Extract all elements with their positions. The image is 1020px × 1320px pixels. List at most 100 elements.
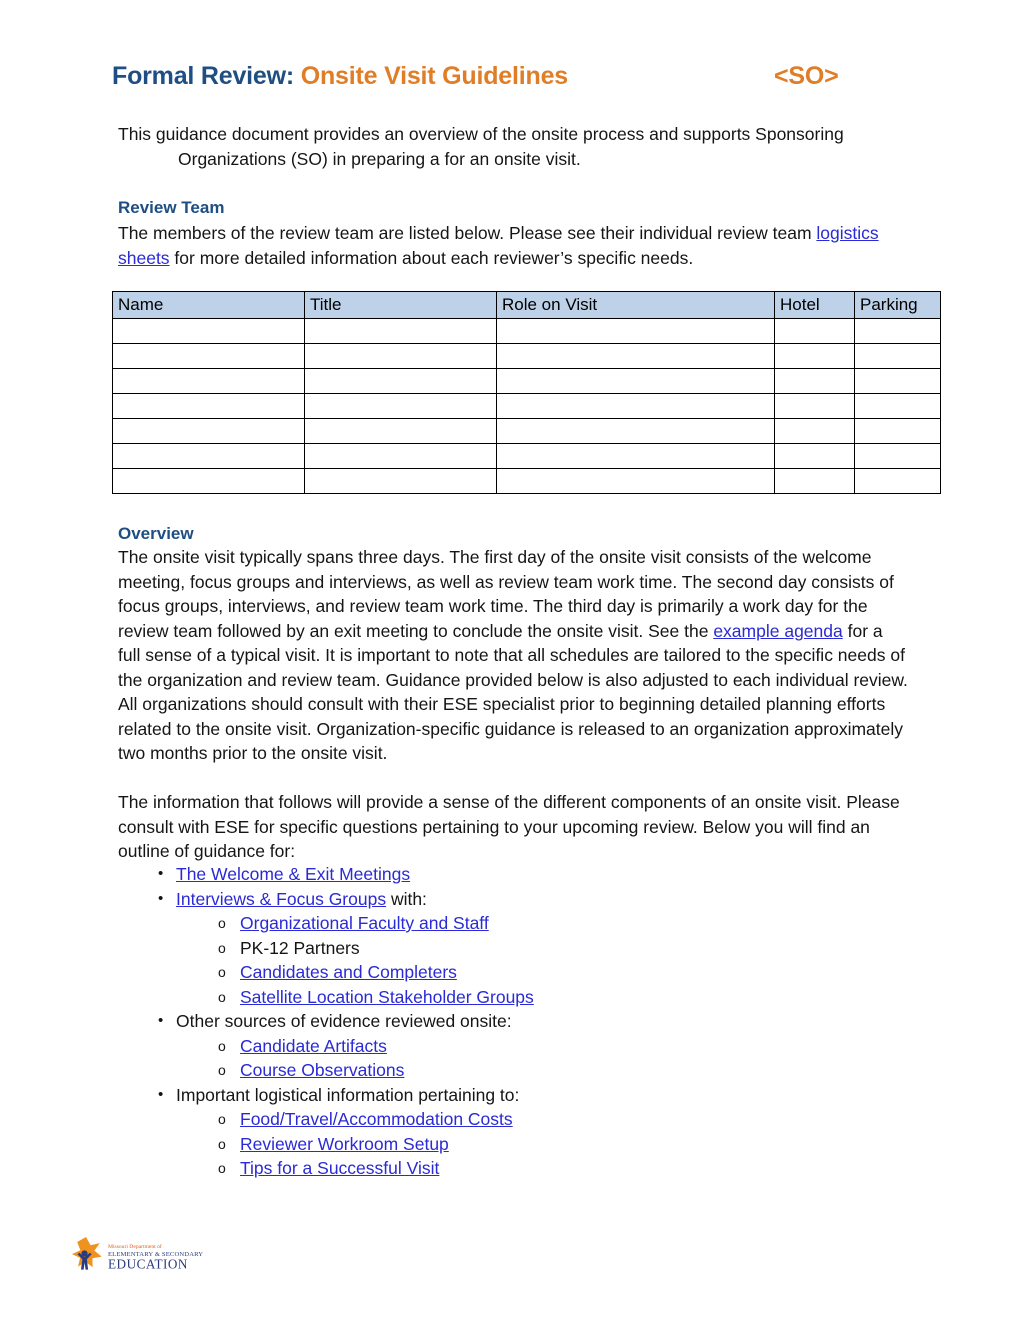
outline-link[interactable]: Satellite Location Stakeholder Groups bbox=[240, 987, 534, 1007]
outline-link[interactable]: Reviewer Workroom Setup bbox=[240, 1134, 449, 1154]
outline-link[interactable]: Course Observations bbox=[240, 1060, 404, 1080]
table-cell[interactable] bbox=[496, 318, 775, 344]
title-so-tag: <SO> bbox=[774, 62, 839, 90]
outline-text: PK-12 Partners bbox=[240, 937, 360, 958]
outline-item-level2: o Satellite Location Stakeholder Groups bbox=[118, 985, 908, 1010]
outline-link[interactable]: Candidates and Completers bbox=[240, 962, 457, 982]
bullet-icon: • bbox=[158, 889, 164, 907]
circle-bullet-icon: o bbox=[218, 1111, 226, 1127]
outline-item-level1: • Interviews & Focus Groups with: bbox=[118, 887, 908, 912]
intro-paragraph: This guidance document provides an overv… bbox=[118, 122, 908, 171]
table-cell[interactable] bbox=[304, 443, 497, 469]
circle-bullet-icon: o bbox=[218, 988, 226, 1005]
circle-bullet-icon: o bbox=[218, 964, 226, 980]
outline-item-level2: o Course Observations bbox=[118, 1058, 908, 1083]
intro-line-1: This guidance document provides an overv… bbox=[118, 124, 844, 144]
table-cell[interactable] bbox=[496, 443, 775, 469]
column-header-hotel: Hotel bbox=[774, 291, 855, 319]
guidance-outline-list: • The Welcome & Exit Meetings • Interviews … bbox=[118, 862, 908, 1181]
outline-item-level2: o Tips for a Successful Visit bbox=[118, 1156, 908, 1181]
table-cell[interactable] bbox=[854, 343, 941, 369]
table-cell[interactable] bbox=[112, 443, 305, 469]
table-cell[interactable] bbox=[774, 393, 855, 419]
table-cell[interactable] bbox=[496, 368, 775, 394]
table-cell[interactable] bbox=[496, 393, 775, 419]
overview-paragraph-1: The onsite visit typically spans three d… bbox=[118, 545, 908, 766]
table-cell[interactable] bbox=[112, 318, 305, 344]
overview-heading: Overview bbox=[118, 524, 194, 543]
table-cell[interactable] bbox=[496, 418, 775, 444]
outline-link[interactable]: The Welcome & Exit Meetings bbox=[176, 864, 410, 884]
circle-bullet-icon: o bbox=[218, 1160, 226, 1176]
review-team-table: Name Title Role on Visit Hotel Parking bbox=[112, 291, 941, 494]
table-cell[interactable] bbox=[112, 468, 305, 494]
table-cell[interactable] bbox=[854, 443, 941, 469]
table-cell[interactable] bbox=[304, 468, 497, 494]
document-page: Formal Review: Onsite Visit Guidelines <… bbox=[0, 0, 1020, 1320]
circle-bullet-icon: o bbox=[218, 1062, 226, 1078]
circle-bullet-icon: o bbox=[218, 915, 226, 931]
table-row bbox=[112, 393, 941, 419]
bullet-icon: • bbox=[158, 1012, 164, 1029]
table-cell[interactable] bbox=[112, 418, 305, 444]
column-header-title: Title bbox=[304, 291, 497, 319]
outline-text: with: bbox=[386, 888, 427, 909]
table-cell[interactable] bbox=[496, 343, 775, 369]
circle-bullet-icon: o bbox=[218, 1135, 226, 1152]
table-cell[interactable] bbox=[774, 443, 855, 469]
outline-text: Important logistical information pertain… bbox=[176, 1084, 520, 1105]
table-cell[interactable] bbox=[112, 343, 305, 369]
page-title: Formal Review: Onsite Visit Guidelines <… bbox=[112, 62, 912, 91]
table-body bbox=[112, 318, 941, 494]
table-cell[interactable] bbox=[774, 318, 855, 344]
table-cell[interactable] bbox=[112, 368, 305, 394]
outline-item-level2: o Candidate Artifacts bbox=[118, 1034, 908, 1059]
table-cell[interactable] bbox=[774, 418, 855, 444]
outline-link[interactable]: Tips for a Successful Visit bbox=[240, 1158, 439, 1178]
outline-item-level2: o Food/Travel/Accommodation Costs bbox=[118, 1107, 908, 1132]
table-cell[interactable] bbox=[854, 418, 941, 444]
column-header-role: Role on Visit bbox=[496, 291, 775, 319]
table-cell[interactable] bbox=[304, 393, 497, 419]
table-cell[interactable] bbox=[774, 368, 855, 394]
circle-bullet-icon: o bbox=[218, 1037, 226, 1054]
outline-item-level2: o Organizational Faculty and Staff bbox=[118, 911, 908, 936]
table-cell[interactable] bbox=[304, 318, 497, 344]
table-row bbox=[112, 343, 941, 369]
table-cell[interactable] bbox=[304, 368, 497, 394]
table-cell[interactable] bbox=[854, 393, 941, 419]
outline-link[interactable]: Candidate Artifacts bbox=[240, 1036, 387, 1056]
table-cell[interactable] bbox=[304, 343, 497, 369]
outline-item-level2: o PK-12 Partners bbox=[118, 936, 908, 961]
table-cell[interactable] bbox=[112, 393, 305, 419]
outline-text: Other sources of evidence reviewed onsit… bbox=[176, 1011, 512, 1031]
bullet-icon: • bbox=[158, 865, 164, 882]
table-cell[interactable] bbox=[854, 368, 941, 394]
missouri-dese-logo: Missouri Department of ELEMENTARY & SECO… bbox=[62, 1236, 212, 1272]
table-row bbox=[112, 443, 941, 469]
review-team-heading: Review Team bbox=[118, 198, 225, 217]
table-cell[interactable] bbox=[774, 343, 855, 369]
outline-item-level1: • Other sources of evidence reviewed onsi… bbox=[118, 1009, 908, 1034]
table-cell[interactable] bbox=[496, 468, 775, 494]
table-cell[interactable] bbox=[304, 418, 497, 444]
outline-item-level1: • The Welcome & Exit Meetings bbox=[118, 862, 908, 887]
title-prefix: Formal Review: bbox=[112, 62, 294, 90]
table-cell[interactable] bbox=[854, 318, 941, 344]
logo-line-3: EDUCATION bbox=[108, 1257, 188, 1272]
outline-link[interactable]: Organizational Faculty and Staff bbox=[240, 913, 489, 933]
intro-line-2: Organizations (SO) in preparing a for an… bbox=[178, 148, 581, 169]
overview-text-after: for a full sense of a typical visit. It … bbox=[118, 620, 908, 764]
column-header-parking: Parking bbox=[854, 291, 941, 319]
table-row bbox=[112, 418, 941, 444]
outline-link[interactable]: Interviews & Focus Groups bbox=[176, 889, 386, 909]
review-team-paragraph: The members of the review team are liste… bbox=[118, 221, 908, 270]
table-row bbox=[112, 468, 941, 494]
title-suffix: Onsite Visit Guidelines bbox=[300, 62, 568, 90]
table-cell[interactable] bbox=[774, 468, 855, 494]
review-team-text-after: for more detailed information about each… bbox=[169, 247, 694, 268]
table-cell[interactable] bbox=[854, 468, 941, 494]
outline-link[interactable]: Food/Travel/Accommodation Costs bbox=[240, 1109, 513, 1129]
table-header-row: Name Title Role on Visit Hotel Parking bbox=[112, 291, 941, 319]
example-agenda-link[interactable]: example agenda bbox=[713, 621, 842, 641]
